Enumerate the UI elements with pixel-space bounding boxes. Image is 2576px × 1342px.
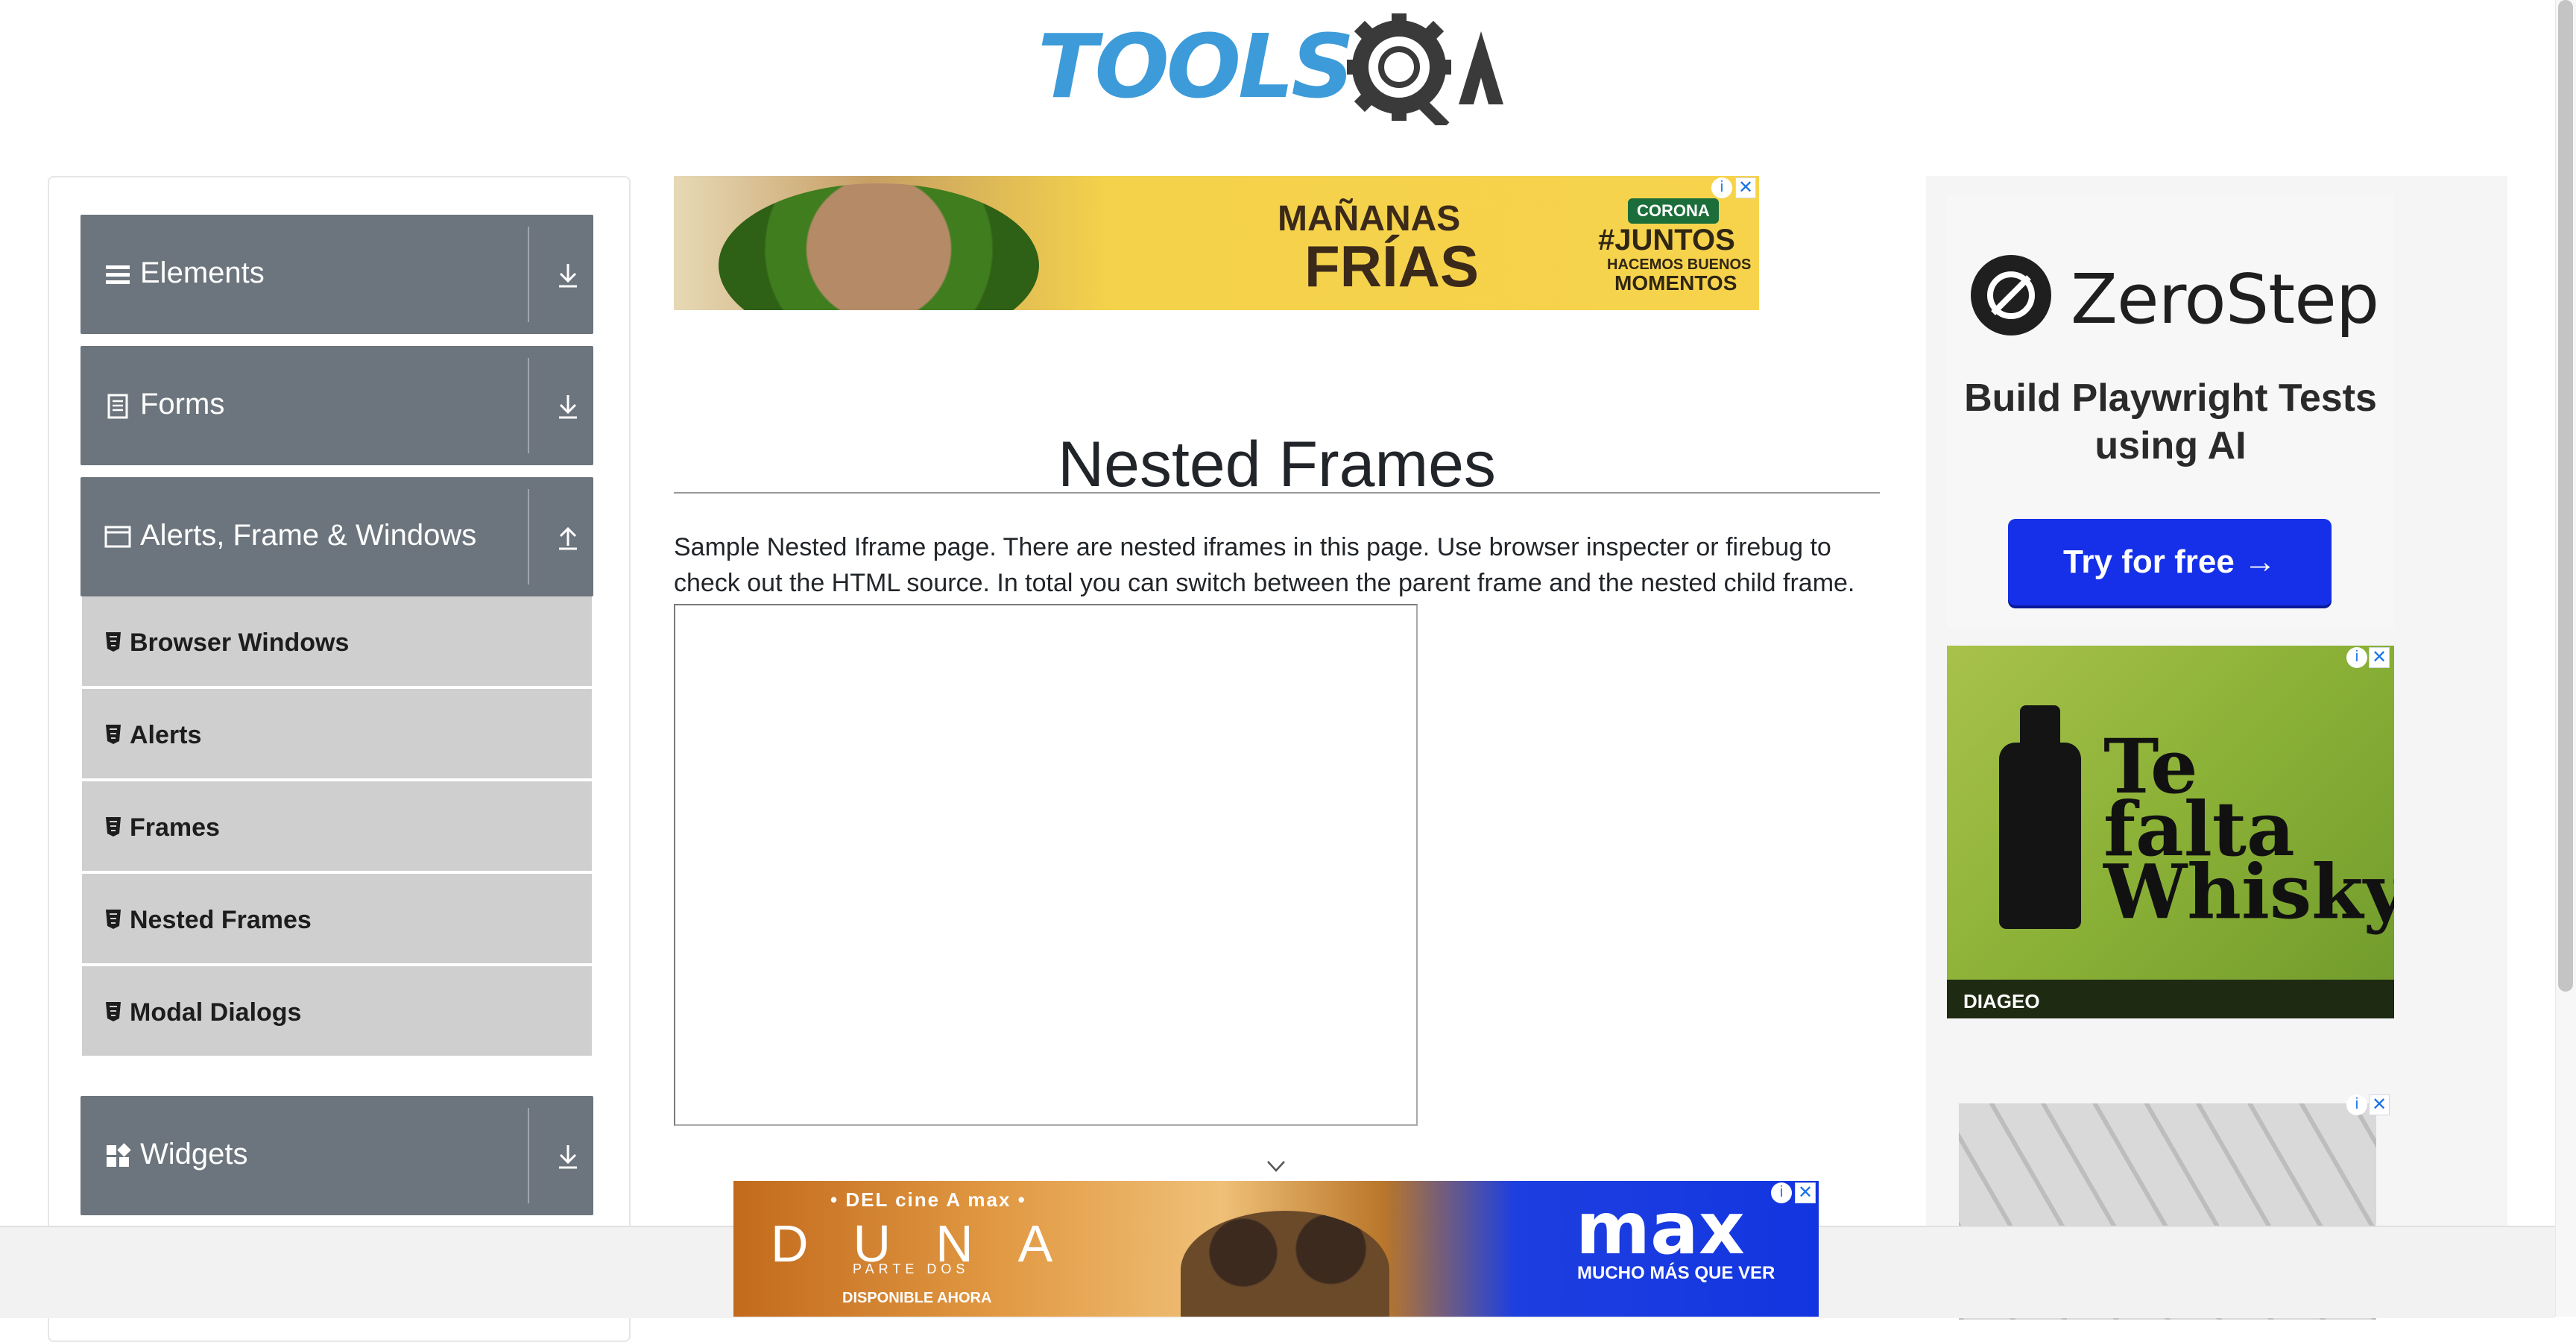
group-widgets[interactable]: Widgets: [80, 1096, 593, 1215]
parent-iframe[interactable]: [674, 604, 1418, 1126]
window-icon: [104, 526, 131, 548]
ad-info-icon[interactable]: i: [1771, 1182, 1792, 1203]
html-icon: [106, 725, 121, 744]
ad-close-icon[interactable]: ✕: [1795, 1182, 1816, 1203]
group-label: Forms: [140, 388, 225, 420]
zerostep-ad[interactable]: ZeroStep Build Playwright Tests using AI…: [1947, 195, 2394, 628]
menu-item-label: Modal Dialogs: [130, 998, 302, 1027]
coffee-cup-image: [719, 183, 1039, 310]
ad-hashtag: #JUNTOS: [1598, 224, 1735, 256]
download-icon: [559, 1145, 577, 1169]
html-icon: [106, 1002, 121, 1021]
page-description: Sample Nested Iframe page. There are nes…: [674, 533, 1855, 597]
upload-icon: [559, 526, 577, 550]
submenu-list: Browser Windows Alerts Frames Nested Fra…: [82, 596, 592, 1059]
try-for-free-button[interactable]: Try for free →: [2008, 519, 2332, 605]
menu-item-modal-dialogs[interactable]: Modal Dialogs: [82, 966, 592, 1059]
whisky-ad-footer: DIAGEO: [1947, 980, 2394, 1018]
group-label: Alerts, Frame & Windows: [140, 519, 477, 552]
group-label: Widgets: [140, 1138, 248, 1171]
title-divider: [674, 492, 1880, 494]
menu-item-label: Nested Frames: [130, 906, 312, 934]
document-icon: [107, 394, 128, 419]
ad-info-icon[interactable]: i: [1711, 177, 1732, 198]
widgets-icon: [107, 1143, 131, 1167]
zerostep-logo-icon: [1971, 255, 2051, 336]
html-icon: [106, 632, 121, 652]
bottom-banner-ad[interactable]: • DEL cine A max • DUNA PARTE DOS DISPON…: [733, 1181, 1819, 1317]
chevron-down-icon[interactable]: [1266, 1157, 1287, 1175]
toolsqa-logo[interactable]: TOOLS: [1038, 13, 1522, 125]
group-forms[interactable]: Forms: [80, 346, 593, 465]
html-icon: [106, 910, 121, 929]
bottle-icon: [1999, 743, 2081, 929]
group-alerts-frame-windows[interactable]: Alerts, Frame & Windows: [80, 477, 593, 596]
menu-item-nested-frames[interactable]: Nested Frames: [82, 874, 592, 966]
whisky-ad[interactable]: Te falta Whisky DIAGEO: [1947, 646, 2394, 1018]
menu-item-browser-windows[interactable]: Browser Windows: [82, 596, 592, 689]
ad-info-icon[interactable]: i: [2346, 1094, 2367, 1115]
diageo-brand: DIAGEO: [1963, 990, 2040, 1012]
ad-brand-badge: CORONA: [1628, 198, 1719, 224]
ad-headline-2: FRÍAS: [1304, 233, 1479, 299]
download-icon: [559, 395, 577, 419]
ad-subline-2: MOMENTOS: [1614, 271, 1737, 294]
gear-magnifier-icon: [1347, 13, 1503, 125]
ad-close-icon[interactable]: ✕: [1735, 177, 1756, 198]
menu-item-label: Browser Windows: [130, 629, 350, 657]
download-icon: [559, 264, 577, 288]
divider: [528, 1108, 529, 1203]
menu-item-alerts[interactable]: Alerts: [82, 689, 592, 781]
left-sidebar: Elements Forms Alerts, Frame & Windows B…: [48, 176, 631, 1342]
group-elements[interactable]: Elements: [80, 215, 593, 334]
max-logo: max: [1576, 1187, 1745, 1270]
menu-item-label: Frames: [130, 813, 220, 842]
group-label: Elements: [140, 256, 265, 289]
zerostep-name: ZeroStep: [2071, 259, 2379, 339]
ad-tagline: MUCHO MÁS QUE VER: [1577, 1263, 1775, 1283]
zerostep-description: Build Playwright Tests using AI: [1964, 377, 2377, 467]
ad-close-icon[interactable]: ✕: [2369, 647, 2390, 668]
menu-item-frames[interactable]: Frames: [82, 781, 592, 874]
top-banner-ad[interactable]: MAÑANAS FRÍAS CORONA #JUNTOS HACEMOS BUE…: [674, 176, 1759, 310]
ad-info-icon[interactable]: i: [2346, 647, 2367, 668]
menu-item-label: Alerts: [130, 721, 202, 749]
scrollbar-thumb[interactable]: [2558, 0, 2573, 992]
divider: [528, 358, 529, 453]
ad-people-image: [1181, 1211, 1389, 1317]
ad-movie-subtitle: PARTE DOS: [853, 1261, 970, 1276]
divider: [528, 227, 529, 322]
whisky-ad-text: Te falta Whisky: [2103, 722, 2394, 936]
hamburger-icon: [106, 265, 130, 284]
ad-topline: • DEL cine A max •: [830, 1188, 1026, 1211]
logo-wordmark: TOOLS: [1038, 15, 1354, 118]
ad-availability: DISPONIBLE AHORA: [842, 1290, 992, 1306]
divider: [528, 489, 529, 585]
ad-close-icon[interactable]: ✕: [2369, 1094, 2390, 1115]
html-icon: [106, 817, 121, 837]
